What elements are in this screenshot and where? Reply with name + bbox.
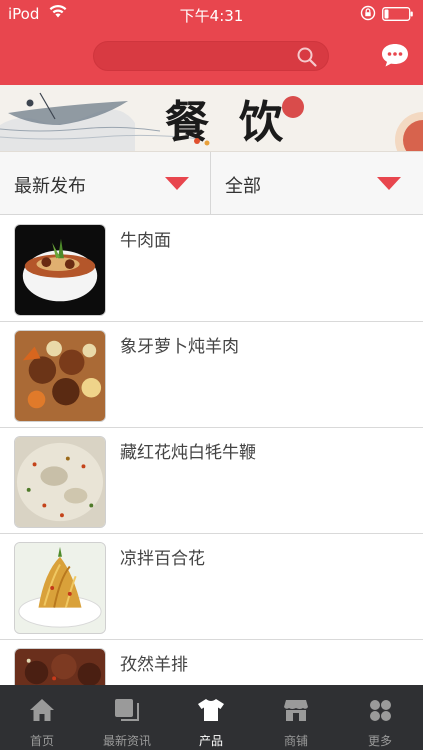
tab-products[interactable]: 产品	[169, 685, 253, 750]
tab-stores[interactable]: 商铺	[254, 685, 338, 750]
chat-bubble-icon[interactable]	[380, 42, 410, 68]
tab-more[interactable]: 更多	[338, 685, 422, 750]
product-thumbnail	[14, 542, 106, 634]
tab-news[interactable]: 最新资讯	[85, 685, 169, 750]
category-filter-label: 全部	[225, 176, 261, 197]
banner[interactable]: 餐饮	[0, 85, 423, 152]
product-title: 牛肉面	[120, 231, 171, 251]
filter-bar: 最新发布 全部	[0, 152, 423, 215]
product-list: 牛肉面 象牙萝卜炖羊肉 藏红花炖白牦牛鞭 凉拌百合花 孜然羊排	[0, 216, 423, 746]
app-screen: iPod 下午4:31 餐饮 最新发布 全部 牛肉面 象牙萝卜炖羊肉 藏红花炖白…	[0, 0, 423, 750]
status-bar: iPod 下午4:31	[0, 0, 423, 28]
search-input[interactable]	[93, 41, 329, 71]
product-item[interactable]: 凉拌百合花	[0, 534, 423, 640]
banner-artwork: 餐饮	[0, 85, 423, 151]
product-item[interactable]: 象牙萝卜炖羊肉	[0, 322, 423, 428]
bottom-tab-bar: 首页 最新资讯 产品 商铺 更多	[0, 685, 423, 750]
product-item[interactable]: 藏红花炖白牦牛鞭	[0, 428, 423, 534]
rotation-lock-icon	[360, 5, 376, 21]
category-filter-dropdown[interactable]: 全部	[211, 152, 423, 215]
grid-icon	[370, 700, 391, 721]
tab-home[interactable]: 首页	[0, 685, 84, 750]
product-thumbnail	[14, 436, 106, 528]
dropdown-arrow-icon	[165, 177, 189, 190]
store-icon	[284, 700, 308, 721]
product-thumbnail	[14, 330, 106, 422]
battery-icon	[382, 7, 413, 21]
header: iPod 下午4:31	[0, 0, 423, 85]
product-item[interactable]: 牛肉面	[0, 216, 423, 322]
home-icon	[30, 699, 54, 721]
shirt-icon	[198, 699, 224, 721]
search-icon[interactable]	[296, 46, 318, 68]
seal-icon	[282, 96, 304, 118]
tab-label: 首页	[29, 734, 54, 748]
sort-filter-dropdown[interactable]: 最新发布	[0, 152, 211, 215]
news-icon	[115, 699, 139, 721]
product-thumbnail	[14, 224, 106, 316]
sort-filter-label: 最新发布	[14, 176, 86, 197]
product-title: 藏红花炖白牦牛鞭	[120, 443, 256, 463]
product-title: 凉拌百合花	[120, 549, 205, 569]
tab-label: 最新资讯	[102, 734, 151, 748]
dropdown-arrow-icon	[377, 177, 401, 190]
tab-label: 产品	[198, 734, 223, 748]
tab-label: 商铺	[283, 734, 308, 748]
product-title: 象牙萝卜炖羊肉	[120, 337, 239, 357]
product-title: 孜然羊排	[120, 655, 188, 675]
tab-label: 更多	[367, 734, 392, 748]
